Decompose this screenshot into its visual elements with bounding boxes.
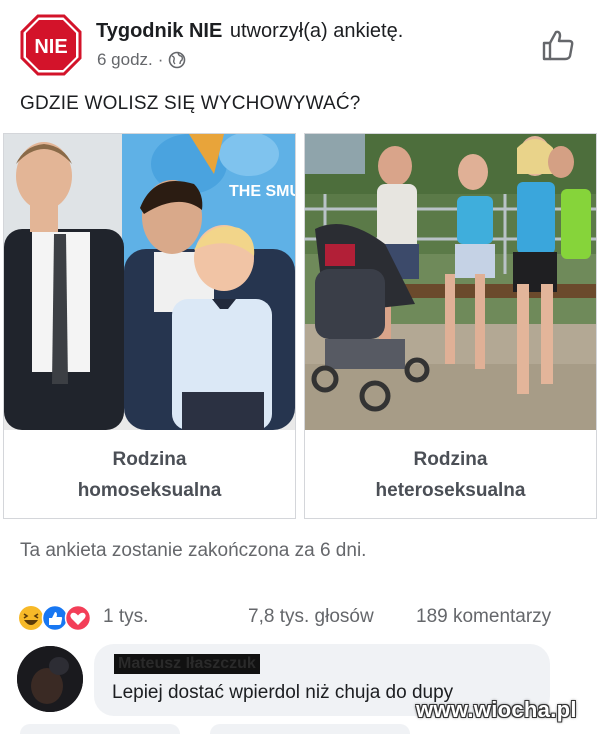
poll-question: GDZIE WOLISZ SIĘ WYCHOWYWAĆ? bbox=[20, 93, 361, 114]
option-photo bbox=[305, 134, 596, 430]
svg-text:NIE: NIE bbox=[34, 36, 67, 58]
post-author-line: Tygodnik NIE utworzył(a) ankietę. bbox=[96, 20, 403, 43]
globe-icon[interactable] bbox=[168, 51, 186, 69]
meta-separator: · bbox=[157, 50, 164, 69]
svg-text:THE SMUR: THE SMUR bbox=[229, 183, 295, 200]
family-photo-illustration: THE SMUR bbox=[4, 134, 295, 430]
reactions-count[interactable]: 1 tys. bbox=[103, 606, 148, 628]
post-action-text: utworzył(a) ankietę. bbox=[229, 20, 404, 42]
comments-count[interactable]: 189 komentarzy bbox=[416, 606, 551, 628]
haha-icon bbox=[19, 606, 43, 630]
post-timestamp[interactable]: 6 godz. bbox=[97, 50, 153, 70]
love-icon bbox=[64, 604, 92, 632]
comment-preview-pill[interactable] bbox=[210, 724, 410, 734]
option-label-line1: Rodzina bbox=[112, 449, 187, 470]
family-photo-illustration bbox=[305, 134, 596, 430]
post-meta: 6 godz. · bbox=[97, 50, 186, 70]
post-header: NIE Tygodnik NIE utworzył(a) ankietę. 6 … bbox=[0, 0, 600, 80]
comment-author[interactable]: Mateusz Iłaszczuk bbox=[114, 654, 260, 674]
poll-closing-note: Ta ankieta zostanie zakończona za 6 dni. bbox=[20, 540, 367, 561]
post-stats: 1 tys. 7,8 tys. głosów 189 komentarzy bbox=[18, 603, 584, 633]
option-label-line2: homoseksualna bbox=[77, 480, 222, 501]
poll-option-homosexual-family[interactable]: THE SMUR Rodzina homoseksualna bbox=[3, 133, 296, 519]
option-label: Rodzina homoseksualna bbox=[4, 444, 295, 506]
comment-text: Lepiej dostać wpierdol niż chuja do dupy bbox=[112, 682, 454, 703]
thumbs-up-icon[interactable] bbox=[540, 28, 576, 62]
watermark: www.wiocha.pl bbox=[416, 697, 577, 722]
nie-logo[interactable]: NIE bbox=[20, 14, 82, 76]
page-name-link[interactable]: Tygodnik NIE bbox=[96, 20, 222, 42]
like-icon bbox=[41, 604, 69, 632]
avatar[interactable] bbox=[17, 646, 83, 712]
poll-option-heterosexual-family[interactable]: Rodzina heteroseksualna bbox=[304, 133, 597, 519]
comment-preview-pill[interactable] bbox=[20, 724, 180, 734]
option-label-line1: Rodzina bbox=[413, 449, 488, 470]
option-label-line2: heteroseksualna bbox=[375, 480, 526, 501]
option-photo: THE SMUR bbox=[4, 134, 295, 430]
option-label: Rodzina heteroseksualna bbox=[305, 444, 596, 506]
reactions-summary[interactable] bbox=[18, 603, 100, 633]
votes-count[interactable]: 7,8 tys. głosów bbox=[248, 606, 374, 628]
